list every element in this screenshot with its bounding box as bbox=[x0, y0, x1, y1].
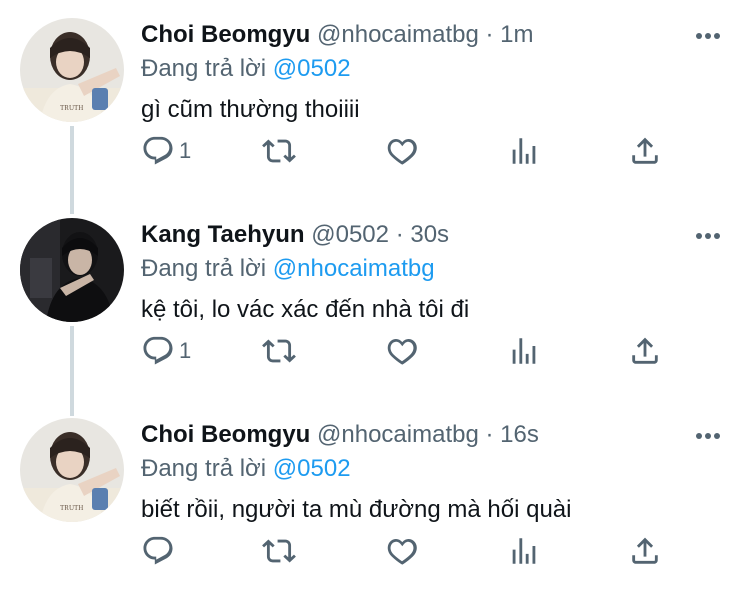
action-bar: 1 bbox=[141, 134, 681, 168]
views-icon bbox=[512, 538, 536, 564]
user-handle[interactable]: @0502 bbox=[311, 221, 389, 248]
tweet[interactable]: TRUTH Choi Beomgyu @nhocaimatbg · 1m Đan… bbox=[0, 0, 750, 200]
reply-to-link[interactable]: @0502 bbox=[273, 55, 351, 82]
svg-text:TRUTH: TRUTH bbox=[60, 504, 83, 512]
share-button[interactable] bbox=[628, 134, 662, 168]
tweet-text: biết rồii, người ta mù đường mà hối quài bbox=[141, 496, 572, 523]
like-button[interactable] bbox=[385, 134, 419, 168]
more-icon[interactable] bbox=[694, 424, 722, 448]
views-icon bbox=[512, 138, 536, 164]
views-icon bbox=[512, 338, 536, 364]
avatar[interactable]: TRUTH bbox=[20, 418, 124, 522]
timestamp[interactable]: 16s bbox=[500, 421, 539, 448]
timestamp[interactable]: 30s bbox=[410, 221, 449, 248]
reply-prefix: Đang trả lời bbox=[141, 55, 267, 82]
avatar[interactable]: TRUTH bbox=[20, 18, 124, 122]
retweet-button[interactable] bbox=[262, 534, 296, 568]
retweet-icon bbox=[262, 139, 296, 163]
retweet-button[interactable] bbox=[262, 134, 296, 168]
like-icon bbox=[387, 538, 417, 565]
reply-prefix: Đang trả lời bbox=[141, 255, 267, 282]
share-icon bbox=[632, 137, 658, 164]
reply-icon bbox=[143, 536, 173, 565]
share-button[interactable] bbox=[628, 534, 662, 568]
reply-button[interactable] bbox=[141, 534, 179, 568]
reply-count: 1 bbox=[179, 138, 192, 163]
separator: · bbox=[485, 421, 494, 448]
tweet-header: Kang Taehyun @0502 · 30s bbox=[141, 220, 449, 250]
avatar[interactable] bbox=[20, 218, 124, 322]
views-button[interactable] bbox=[507, 134, 541, 168]
like-icon bbox=[387, 338, 417, 365]
like-button[interactable] bbox=[385, 334, 419, 368]
display-name[interactable]: Kang Taehyun bbox=[141, 221, 305, 248]
retweet-icon bbox=[262, 539, 296, 563]
like-icon bbox=[387, 138, 417, 165]
separator: · bbox=[395, 221, 404, 248]
share-icon bbox=[632, 337, 658, 364]
reply-icon bbox=[143, 336, 173, 365]
reply-to-link[interactable]: @nhocaimatbg bbox=[273, 255, 435, 282]
reply-button[interactable]: 1 bbox=[141, 134, 191, 168]
action-bar: 1 bbox=[141, 334, 681, 368]
retweet-icon bbox=[262, 339, 296, 363]
tweet[interactable]: TRUTH Choi Beomgyu @nhocaimatbg · 16s Đa… bbox=[0, 400, 750, 594]
reply-count: 1 bbox=[179, 338, 192, 363]
share-icon bbox=[632, 537, 658, 564]
more-icon[interactable] bbox=[694, 224, 722, 248]
display-name[interactable]: Choi Beomgyu bbox=[141, 421, 310, 448]
views-button[interactable] bbox=[507, 334, 541, 368]
views-button[interactable] bbox=[507, 534, 541, 568]
separator: · bbox=[485, 21, 494, 48]
replying-to: Đang trả lời @nhocaimatbg bbox=[141, 254, 435, 284]
svg-text:TRUTH: TRUTH bbox=[60, 104, 83, 112]
tweet[interactable]: Kang Taehyun @0502 · 30s Đang trả lời @n… bbox=[0, 200, 750, 400]
reply-prefix: Đang trả lời bbox=[141, 455, 267, 482]
tweet-text: gì cũm thường thoiiii bbox=[141, 96, 360, 123]
action-bar bbox=[141, 534, 681, 568]
reply-to-link[interactable]: @0502 bbox=[273, 455, 351, 482]
user-handle[interactable]: @nhocaimatbg bbox=[317, 21, 479, 48]
user-handle[interactable]: @nhocaimatbg bbox=[317, 421, 479, 448]
replying-to: Đang trả lời @0502 bbox=[141, 454, 351, 484]
retweet-button[interactable] bbox=[262, 334, 296, 368]
reply-icon bbox=[143, 136, 173, 165]
more-icon[interactable] bbox=[694, 24, 722, 48]
tweet-text: kệ tôi, lo vác xác đến nhà tôi đi bbox=[141, 296, 470, 323]
reply-button[interactable]: 1 bbox=[141, 334, 191, 368]
share-button[interactable] bbox=[628, 334, 662, 368]
tweet-header: Choi Beomgyu @nhocaimatbg · 16s bbox=[141, 420, 539, 450]
like-button[interactable] bbox=[385, 534, 419, 568]
display-name[interactable]: Choi Beomgyu bbox=[141, 21, 310, 48]
timestamp[interactable]: 1m bbox=[500, 21, 533, 48]
replying-to: Đang trả lời @0502 bbox=[141, 54, 351, 84]
tweet-header: Choi Beomgyu @nhocaimatbg · 1m bbox=[141, 20, 534, 50]
